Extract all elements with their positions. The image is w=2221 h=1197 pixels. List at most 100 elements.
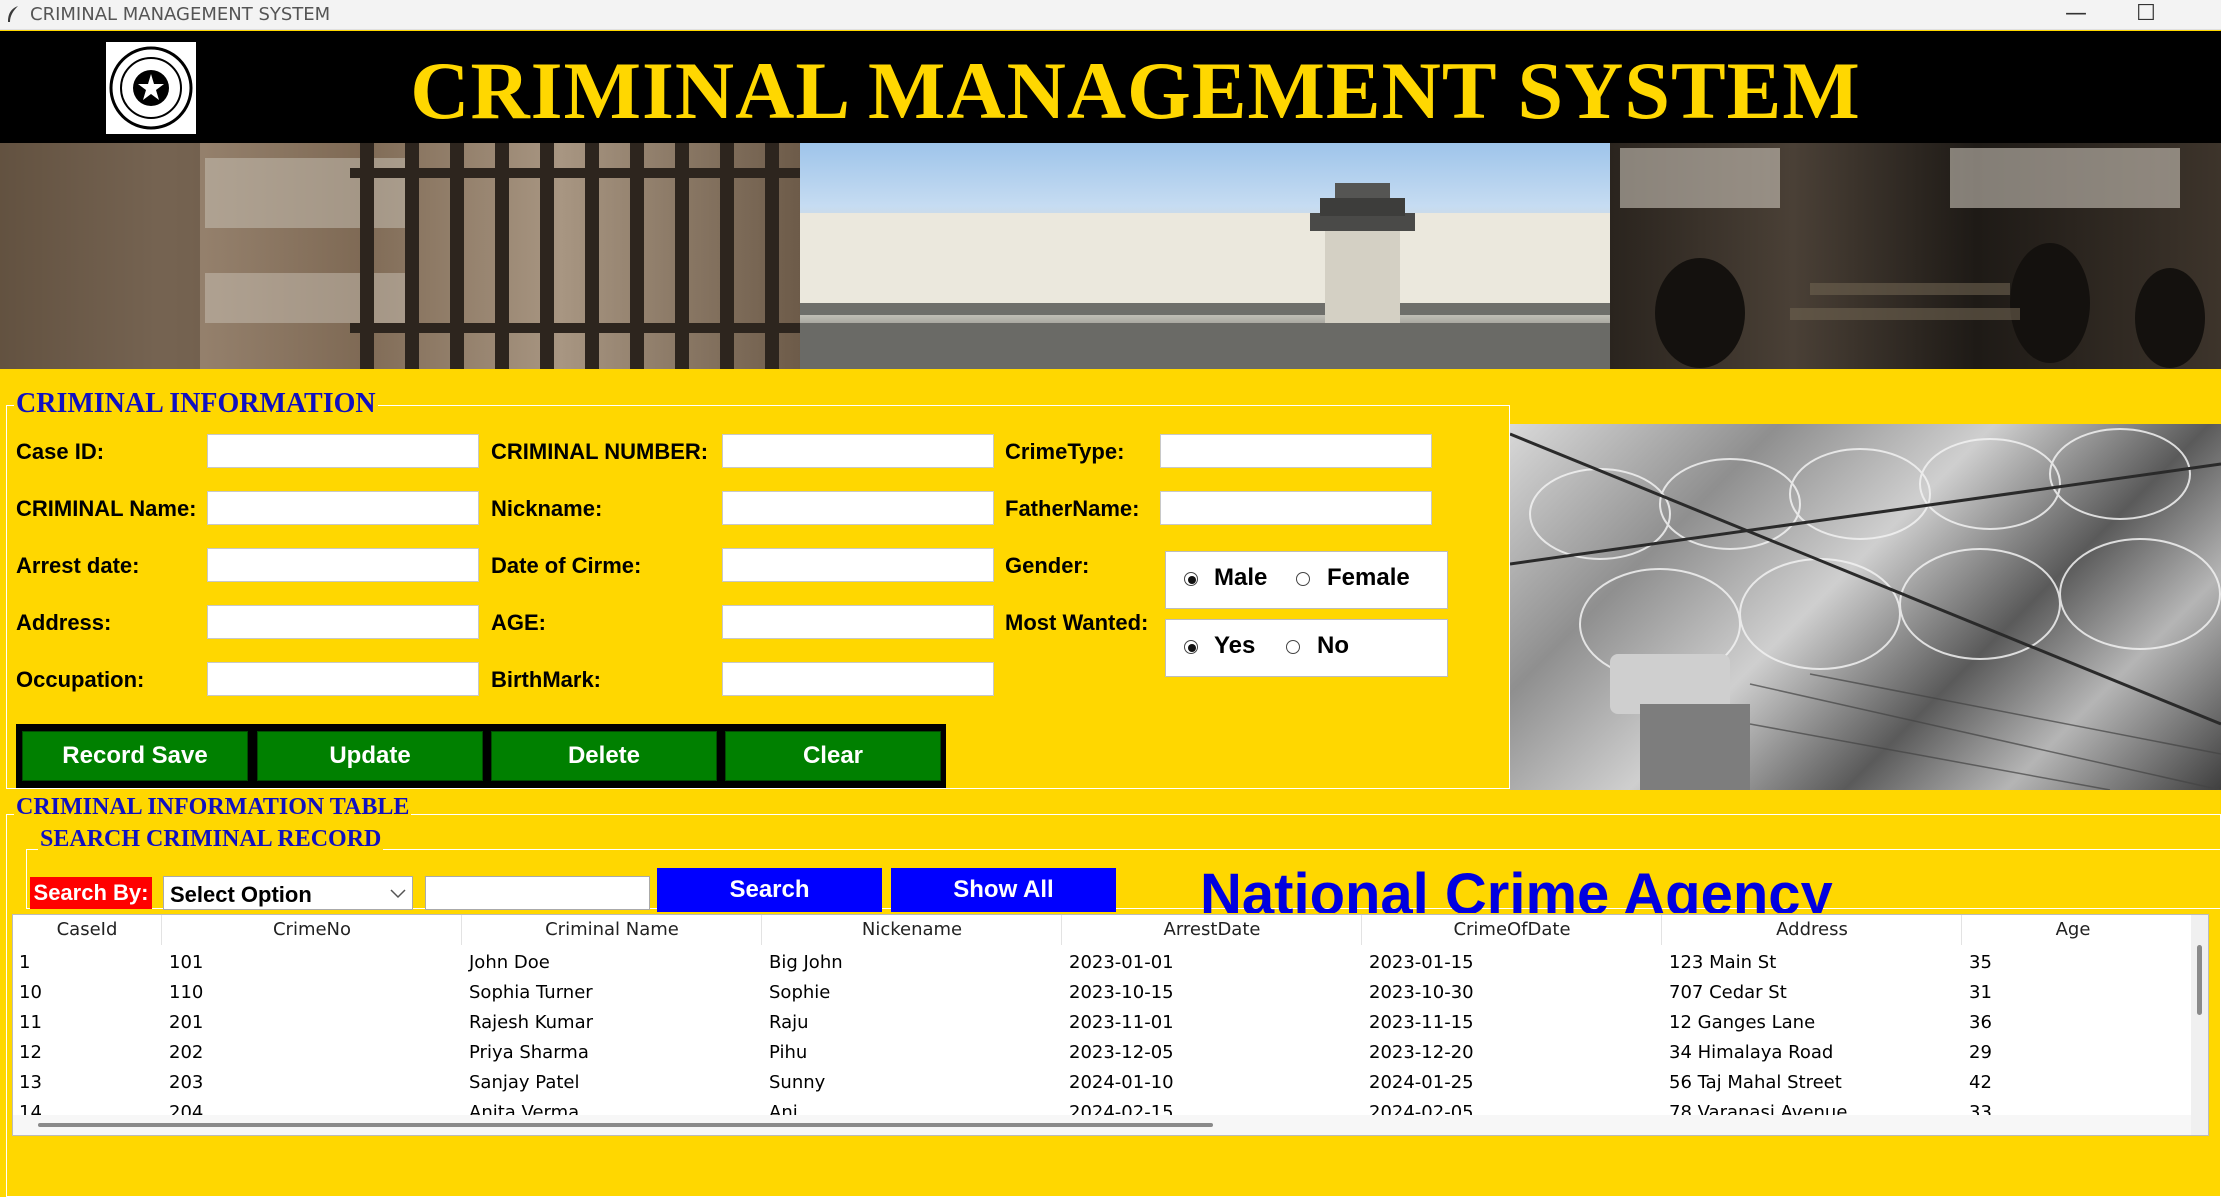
crime-type-input[interactable] — [1160, 434, 1432, 468]
yes-radio[interactable] — [1184, 640, 1198, 654]
gender-label: Gender: — [1005, 553, 1090, 578]
barbed-wire-image — [1509, 424, 2221, 791]
most-wanted-radio-group: Yes No — [1165, 619, 1448, 677]
address-label: Address: — [16, 610, 112, 635]
column-header-age[interactable]: Age — [1963, 915, 2183, 945]
table-cell: 2023-01-15 — [1369, 952, 1474, 973]
table-cell: 13 — [19, 1072, 42, 1093]
table-cell: 2023-12-05 — [1069, 1042, 1174, 1063]
nickname-input[interactable] — [722, 491, 994, 525]
table-cell: Sanjay Patel — [469, 1072, 580, 1093]
prison-wall-graphic — [800, 183, 1610, 369]
date-of-crime-input[interactable] — [722, 548, 994, 582]
female-radio-label[interactable]: Female — [1327, 564, 1410, 592]
chevron-down-icon — [390, 889, 406, 899]
horizontal-scrollbar-thumb[interactable] — [38, 1123, 1213, 1127]
table-cell: 110 — [169, 982, 204, 1003]
occupation-input[interactable] — [207, 662, 479, 696]
window-titlebar: CRIMINAL MANAGEMENT SYSTEM — ☐ — [0, 0, 2221, 30]
occupation-label: Occupation: — [16, 667, 145, 692]
maximize-button[interactable]: ☐ — [2111, 0, 2181, 30]
birthmark-label: BirthMark: — [491, 667, 602, 692]
table-row[interactable]: 13 203 Sanjay Patel Sunny 2024-01-10 2024-01-… — [13, 1069, 2191, 1099]
table-cell: 56 Taj Mahal Street — [1669, 1072, 1842, 1093]
show-all-button[interactable]: Show All — [891, 868, 1116, 912]
table-cell: 2024-01-25 — [1369, 1072, 1474, 1093]
table-cell: 2023-01-01 — [1069, 952, 1174, 973]
table-cell: 2023-11-15 — [1369, 1012, 1474, 1033]
arrest-date-input[interactable] — [207, 548, 479, 582]
table-cell: 123 Main St — [1669, 952, 1777, 973]
cell-window-graphic — [1620, 148, 2205, 368]
vertical-scrollbar[interactable] — [2191, 915, 2208, 1135]
criminal-number-label: CRIMINAL NUMBER: — [491, 439, 709, 464]
column-header-arrestdate[interactable]: ArrestDate — [1063, 915, 1362, 945]
table-cell: 203 — [169, 1072, 204, 1093]
criminal-table-legend: CRIMINAL INFORMATION TABLE — [14, 794, 412, 821]
table-cell: 42 — [1969, 1072, 1992, 1093]
column-header-criminal-name[interactable]: Criminal Name — [463, 915, 762, 945]
table-cell: 2023-12-20 — [1369, 1042, 1474, 1063]
crime-type-label: CrimeType: — [1005, 439, 1125, 464]
record-save-button[interactable]: Record Save — [22, 731, 248, 781]
agency-heading-clip: National Crime Agency — [1200, 861, 1900, 913]
table-cell: 11 — [19, 1012, 42, 1033]
minimize-button[interactable]: — — [2041, 0, 2111, 30]
table-cell: 2023-10-30 — [1369, 982, 1474, 1003]
father-name-input[interactable] — [1160, 491, 1432, 525]
table-row[interactable]: 11 201 Rajesh Kumar Raju 2023-11-01 2023-11-1… — [13, 1009, 2191, 1039]
table-cell: Rajesh Kumar — [469, 1012, 594, 1033]
table-row[interactable]: 12 202 Priya Sharma Pihu 2023-12-05 2023-12-2… — [13, 1039, 2191, 1069]
no-radio[interactable] — [1286, 640, 1300, 654]
male-radio[interactable] — [1184, 572, 1198, 586]
gender-radio-group: Male Female — [1165, 551, 1448, 609]
search-by-select[interactable]: Select Option — [163, 876, 413, 910]
case-id-label: Case ID: — [16, 439, 105, 464]
search-legend: SEARCH CRIMINAL RECORD — [38, 826, 384, 853]
father-name-label: FatherName: — [1005, 496, 1140, 521]
column-header-crimeno[interactable]: CrimeNo — [163, 915, 462, 945]
update-button[interactable]: Update — [257, 731, 483, 781]
table-cell: 12 Ganges Lane — [1669, 1012, 1816, 1033]
search-by-select-value: Select Option — [170, 882, 312, 907]
column-header-nickname[interactable]: Nickename — [763, 915, 1062, 945]
search-button[interactable]: Search — [657, 868, 882, 912]
column-header-address[interactable]: Address — [1663, 915, 1962, 945]
case-id-input[interactable] — [207, 434, 479, 468]
app-title: CRIMINAL MANAGEMENT SYSTEM — [410, 45, 1861, 136]
criminal-info-legend: CRIMINAL INFORMATION — [14, 388, 378, 420]
criminal-name-input[interactable] — [207, 491, 479, 525]
table-cell: Sophia Turner — [469, 982, 593, 1003]
criminal-number-input[interactable] — [722, 434, 994, 468]
table-cell: 31 — [1969, 982, 1992, 1003]
criminal-records-table: CaseId CrimeNo Criminal Name Nickename A… — [12, 914, 2209, 1136]
birthmark-input[interactable] — [722, 662, 994, 696]
feather-icon — [8, 6, 18, 22]
table-cell: 10 — [19, 982, 42, 1003]
table-cell: 36 — [1969, 1012, 1992, 1033]
table-row[interactable]: 1 101 John Doe Big John 2023-01-01 2023-01-15… — [13, 949, 2191, 979]
table-cell: 35 — [1969, 952, 1992, 973]
clear-button[interactable]: Clear — [725, 731, 941, 781]
age-input[interactable] — [722, 605, 994, 639]
address-input[interactable] — [207, 605, 479, 639]
delete-button[interactable]: Delete — [491, 731, 717, 781]
table-cell: 707 Cedar St — [1669, 982, 1787, 1003]
table-cell: 2024-01-10 — [1069, 1072, 1174, 1093]
yes-radio-label[interactable]: Yes — [1214, 632, 1255, 660]
no-radio-label[interactable]: No — [1317, 632, 1349, 660]
table-row[interactable]: 10 110 Sophia Turner Sophie 2023-10-15 2023-1… — [13, 979, 2191, 1009]
banner-images — [0, 143, 2221, 369]
search-by-label: Search By: — [30, 877, 152, 909]
barbed-wire-graphic — [1509, 428, 2221, 791]
search-input[interactable] — [425, 876, 650, 910]
horizontal-scrollbar[interactable] — [13, 1115, 2191, 1135]
column-header-crimeofdate[interactable]: CrimeOfDate — [1363, 915, 1662, 945]
prison-wall-image — [800, 143, 1610, 369]
column-header-caseid[interactable]: CaseId — [13, 915, 162, 945]
female-radio[interactable] — [1296, 572, 1310, 586]
male-radio-label[interactable]: Male — [1214, 564, 1267, 592]
table-cell: 29 — [1969, 1042, 1992, 1063]
vertical-scrollbar-thumb[interactable] — [2197, 945, 2202, 1015]
table-cell: 1 — [19, 952, 31, 973]
